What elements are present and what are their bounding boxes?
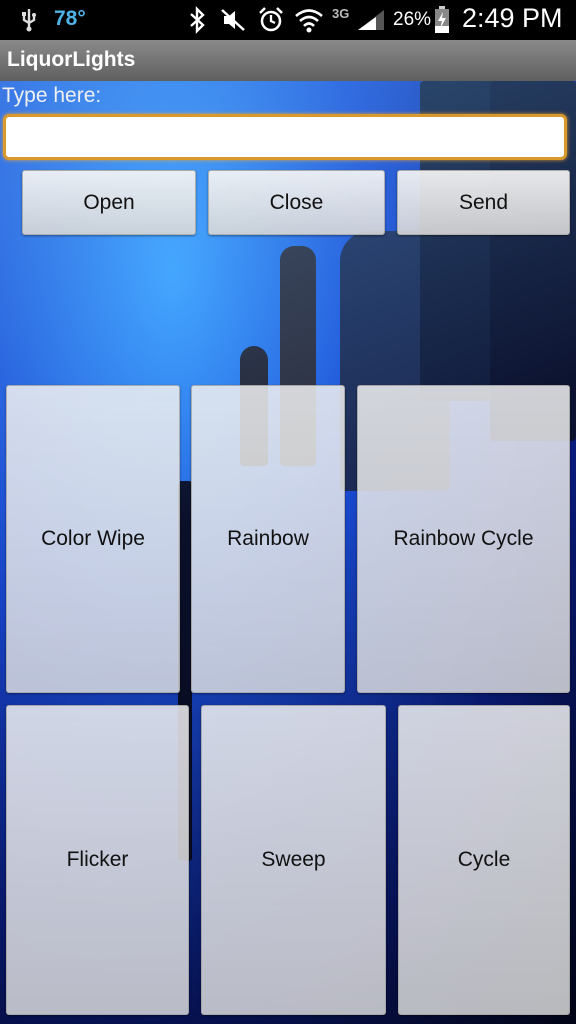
clock: 2:49 PM <box>462 3 563 33</box>
input-label: Type here: <box>2 84 102 107</box>
open-button[interactable]: Open <box>22 170 196 235</box>
app-title: LiquorLights <box>7 48 136 71</box>
close-button[interactable]: Close <box>208 170 385 235</box>
bluetooth-icon <box>190 6 205 34</box>
signal-icon <box>358 10 384 30</box>
flicker-button[interactable]: Flicker <box>6 705 189 1015</box>
mute-icon <box>221 9 245 31</box>
battery-percent: 26% <box>393 9 432 30</box>
alarm-icon <box>259 7 283 32</box>
wifi-icon <box>295 9 323 33</box>
rainbow-button[interactable]: Rainbow <box>191 385 345 693</box>
temperature-text: 78° <box>54 7 86 30</box>
send-button[interactable]: Send <box>397 170 570 235</box>
cycle-button[interactable]: Cycle <box>398 705 570 1015</box>
app-title-bar: LiquorLights <box>0 40 576 82</box>
network-type: 3G <box>332 6 350 21</box>
rainbow-cycle-button[interactable]: Rainbow Cycle <box>357 385 570 693</box>
message-input[interactable] <box>3 114 567 160</box>
sweep-button[interactable]: Sweep <box>201 705 386 1015</box>
color-wipe-button[interactable]: Color Wipe <box>6 385 180 693</box>
status-bar: 78° 3G 26% 2:49 PM <box>0 0 576 40</box>
usb-icon <box>22 9 36 32</box>
battery-charging-icon <box>435 6 449 33</box>
